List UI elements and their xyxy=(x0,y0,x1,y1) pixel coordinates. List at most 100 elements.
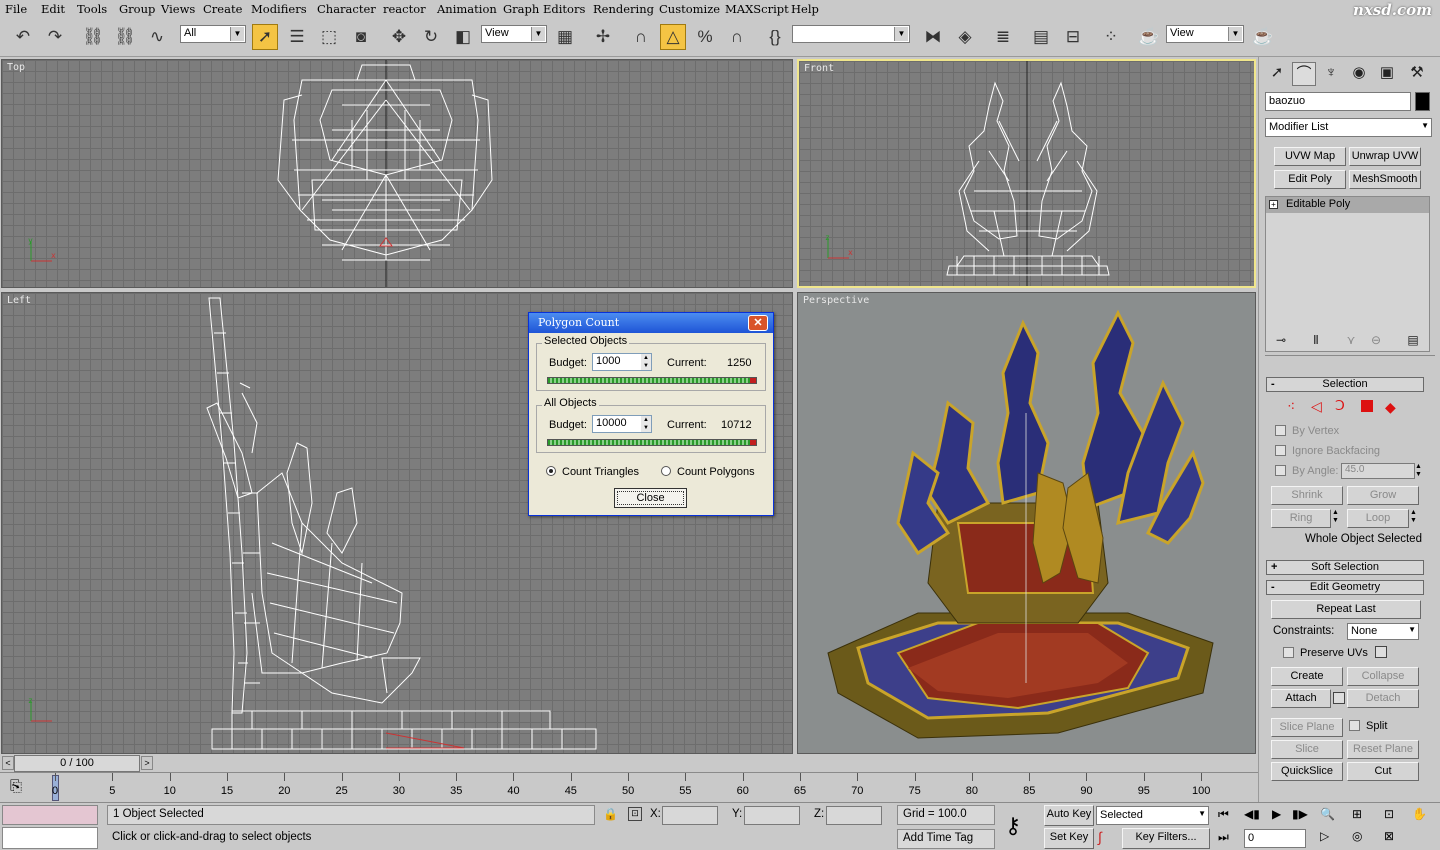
select-object-icon[interactable]: ➚ xyxy=(252,24,278,50)
chevron-left-icon[interactable]: < xyxy=(2,756,14,770)
selection-filter-dropdown[interactable]: All ▼ xyxy=(180,25,246,43)
edit-named-selection-icon[interactable]: {} xyxy=(762,24,788,50)
motion-tab-icon[interactable]: ◉ xyxy=(1347,62,1371,86)
hierarchy-tab-icon[interactable]: ♆ xyxy=(1319,62,1343,86)
current-frame-field[interactable]: 0 xyxy=(1244,829,1306,848)
element-subobject-icon[interactable]: ◆ xyxy=(1385,399,1396,416)
attach-list-icon[interactable] xyxy=(1333,692,1345,704)
render-view-dropdown[interactable]: View ▼ xyxy=(1166,25,1244,43)
count-polygons-radio[interactable]: Count Polygons xyxy=(661,466,755,478)
mirror-icon[interactable]: ⧓ xyxy=(920,24,946,50)
split-checkbox[interactable]: Split xyxy=(1349,720,1387,732)
object-color-swatch[interactable] xyxy=(1415,92,1430,111)
select-by-name-icon[interactable]: ☰ xyxy=(284,24,310,50)
edge-subobject-icon[interactable]: ◁ xyxy=(1311,398,1322,415)
menu-help[interactable]: Help xyxy=(791,2,819,16)
spinner-arrows-icon[interactable]: ▲ ▼ xyxy=(1415,463,1422,479)
default-tangents-icon[interactable]: ∫ xyxy=(1098,829,1102,845)
by-vertex-checkbox[interactable]: By Vertex xyxy=(1275,425,1339,437)
go-to-start-icon[interactable]: ⏮ xyxy=(1218,807,1229,822)
next-frame-icon[interactable]: ▮▶ xyxy=(1292,807,1308,821)
render-scene-icon[interactable]: ☕ xyxy=(1136,24,1162,50)
time-slider-thumb[interactable]: 0 / 100 xyxy=(14,755,140,772)
z-coordinate-field[interactable] xyxy=(826,806,882,825)
viewport-top[interactable]: Top x y xyxy=(1,59,793,288)
key-mode-toggle-icon[interactable]: ⏭ xyxy=(1218,830,1229,845)
key-mode-dropdown[interactable]: Selected ▼ xyxy=(1096,806,1209,825)
spinner-arrows-icon[interactable]: ▲ ▼ xyxy=(1332,509,1339,525)
spinner-arrows-icon[interactable]: ▲ ▼ xyxy=(641,416,651,432)
utilities-tab-icon[interactable]: ⚒ xyxy=(1405,62,1429,86)
shrink-button[interactable]: Shrink xyxy=(1271,486,1343,505)
reference-coordinate-dropdown[interactable]: View ▼ xyxy=(481,25,547,43)
ring-button[interactable]: Ring xyxy=(1271,509,1331,528)
unlink-icon[interactable]: ⛓ xyxy=(112,24,138,50)
absolute-mode-icon[interactable]: ⊡ xyxy=(628,807,642,821)
previous-frame-icon[interactable]: ◀▮ xyxy=(1244,807,1260,821)
create-tab-icon[interactable]: ➚ xyxy=(1265,62,1289,86)
close-button[interactable]: Close xyxy=(614,488,687,508)
key-filters-button[interactable]: Key Filters... xyxy=(1122,828,1210,849)
undo-icon[interactable]: ↶ xyxy=(10,24,36,50)
menu-rendering[interactable]: Rendering xyxy=(593,2,654,16)
menu-customize[interactable]: Customize xyxy=(659,2,720,16)
menu-create[interactable]: Create xyxy=(203,2,242,16)
material-editor-icon[interactable]: ⁘ xyxy=(1098,24,1124,50)
dialog-title-bar[interactable]: Polygon Count xyxy=(529,313,773,333)
maxscript-listener-top[interactable] xyxy=(2,805,98,825)
selection-rollout-header[interactable]: - Selection xyxy=(1266,377,1424,392)
auto-key-button[interactable]: Auto Key xyxy=(1044,805,1094,826)
modifier-list-dropdown[interactable]: Modifier List ▼ xyxy=(1265,118,1432,137)
zoom-all-icon[interactable]: ⊞ xyxy=(1352,807,1362,821)
field-of-view-icon[interactable]: ▷ xyxy=(1320,829,1329,843)
play-icon[interactable]: ▶ xyxy=(1272,807,1281,821)
settings-icon[interactable] xyxy=(1375,646,1387,658)
configure-modifier-sets-icon[interactable]: ▤ xyxy=(1401,329,1425,353)
stack-item-editable-poly[interactable]: + Editable Poly xyxy=(1266,197,1429,213)
key-icon[interactable]: ⚷ xyxy=(1005,813,1021,839)
border-subobject-icon[interactable]: Ↄ xyxy=(1335,397,1345,414)
repeat-last-button[interactable]: Repeat Last xyxy=(1271,600,1421,619)
spinner-snap-icon[interactable]: ∩ xyxy=(724,24,750,50)
pivot-center-icon[interactable]: ▦ xyxy=(552,24,578,50)
pin-stack-icon[interactable]: ⊸ xyxy=(1269,329,1293,353)
attach-button[interactable]: Attach xyxy=(1271,689,1331,708)
select-link-icon[interactable]: ⛓ xyxy=(80,24,106,50)
menu-animation[interactable]: Animation xyxy=(437,2,497,16)
edit-poly-button[interactable]: Edit Poly xyxy=(1274,170,1346,189)
menu-tools[interactable]: Tools xyxy=(77,2,107,16)
menu-views[interactable]: Views xyxy=(161,2,195,16)
create-button[interactable]: Create xyxy=(1271,667,1343,686)
add-time-tag-button[interactable]: Add Time Tag xyxy=(897,829,995,849)
reset-plane-button[interactable]: Reset Plane xyxy=(1347,740,1419,759)
percent-snap-icon[interactable]: % xyxy=(692,24,718,50)
show-end-result-icon[interactable]: Ⅱ xyxy=(1304,329,1328,353)
by-angle-checkbox[interactable]: By Angle: xyxy=(1275,465,1338,477)
expand-icon[interactable]: + xyxy=(1269,200,1278,209)
maximize-viewport-icon[interactable]: ⊠ xyxy=(1384,829,1394,843)
menu-edit[interactable]: Edit xyxy=(41,2,65,16)
schematic-view-icon[interactable]: ⊟ xyxy=(1060,24,1086,50)
scale-icon[interactable]: ◧ xyxy=(450,24,476,50)
angle-snap-icon[interactable]: △ xyxy=(660,24,686,50)
constraints-dropdown[interactable]: None ▼ xyxy=(1347,623,1419,640)
soft-selection-rollout-header[interactable]: + Soft Selection xyxy=(1266,560,1424,575)
menu-graph-editors[interactable]: Graph Editors xyxy=(503,2,585,16)
menu-character[interactable]: Character xyxy=(317,2,376,16)
preserve-uvs-checkbox[interactable]: Preserve UVs xyxy=(1283,647,1368,659)
close-icon[interactable]: ✕ xyxy=(748,315,768,331)
track-bar[interactable]: ⎘ 0 5 10 15 20 25 30 35 40 45 50 55 60 65 70 75 80 85 90 95… xyxy=(0,772,1258,802)
zoom-icon[interactable]: 🔍 xyxy=(1320,807,1335,821)
chevron-right-icon[interactable]: > xyxy=(141,756,153,770)
menu-modifiers[interactable]: Modifiers xyxy=(251,2,307,16)
slice-plane-button[interactable]: Slice Plane xyxy=(1271,718,1343,737)
menu-group[interactable]: Group xyxy=(119,2,155,16)
unwrap-uvw-button[interactable]: Unwrap UVW xyxy=(1349,147,1421,166)
maxscript-listener-bottom[interactable] xyxy=(2,827,98,849)
spinner-arrows-icon[interactable]: ▲ ▼ xyxy=(641,354,651,370)
modify-tab-icon[interactable]: ⌒ xyxy=(1292,62,1316,86)
detach-button[interactable]: Detach xyxy=(1347,689,1419,708)
redo-icon[interactable]: ↷ xyxy=(42,24,68,50)
angle-value-field[interactable]: 45.0 xyxy=(1341,463,1415,479)
move-icon[interactable]: ✥ xyxy=(386,24,412,50)
